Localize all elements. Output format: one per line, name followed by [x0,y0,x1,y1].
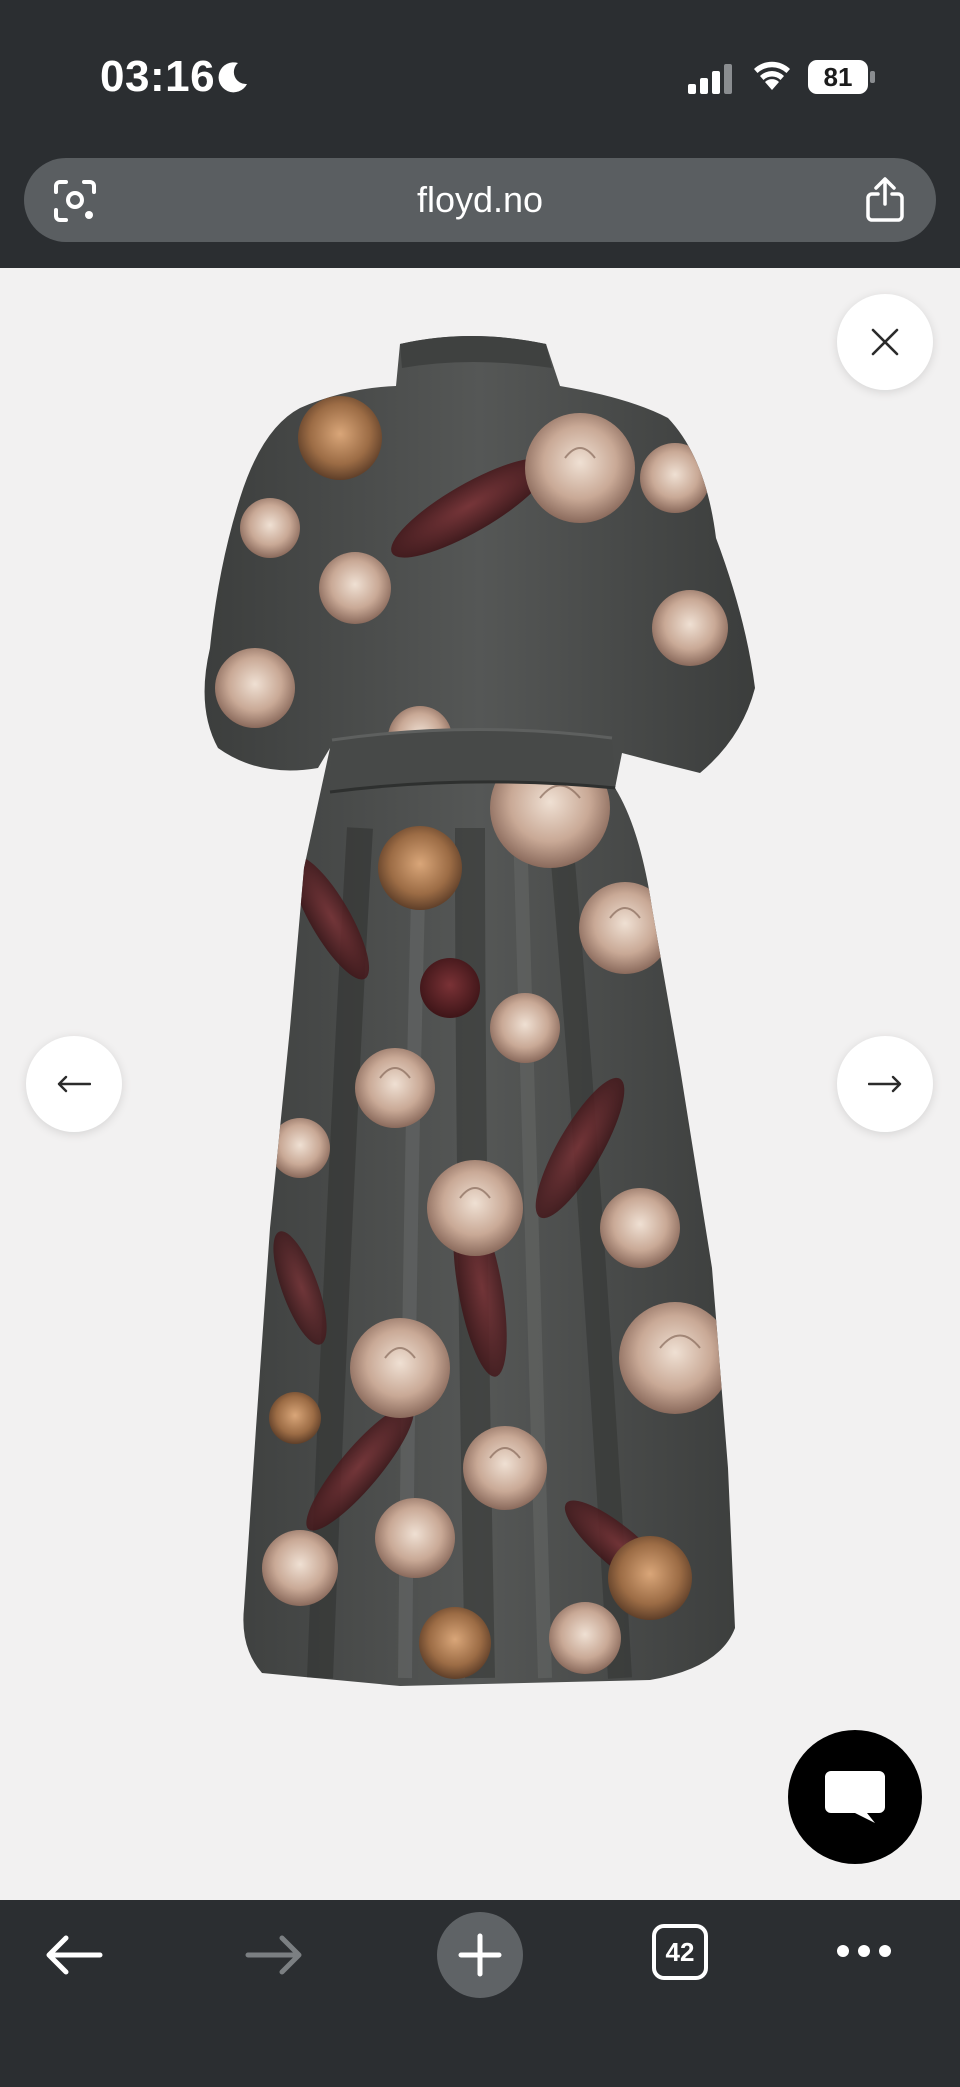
product-gallery [0,268,960,1900]
url-text[interactable]: floyd.no [24,158,936,242]
tabs-button[interactable]: 42 [652,1924,708,1980]
browser-toolbar: 42 [0,1900,960,2087]
more-icon[interactable] [836,1944,892,1958]
status-bar: 03:16 81 [0,0,960,140]
product-image [204,336,756,1686]
signal-icon [688,64,732,94]
chat-button[interactable] [788,1730,922,1864]
close-icon [871,328,899,356]
battery-icon: 81 [808,60,876,99]
address-area: floyd.no [0,140,960,268]
new-tab-button[interactable] [437,1912,523,1998]
close-button[interactable] [837,294,933,390]
address-bar[interactable]: floyd.no [24,158,936,242]
share-icon[interactable] [864,176,906,224]
wifi-icon [754,61,790,90]
arrow-right-icon [868,1075,902,1093]
chat-bubble-icon [825,1771,885,1823]
back-arrow-icon[interactable] [44,1930,104,1980]
clock: 03:16 [100,52,216,101]
plus-icon [458,1933,502,1977]
forward-arrow-icon[interactable] [244,1930,304,1980]
previous-image-button[interactable] [26,1036,122,1132]
arrow-left-icon [57,1075,91,1093]
battery-level: 81 [823,62,853,92]
moon-icon [218,62,247,93]
next-image-button[interactable] [837,1036,933,1132]
